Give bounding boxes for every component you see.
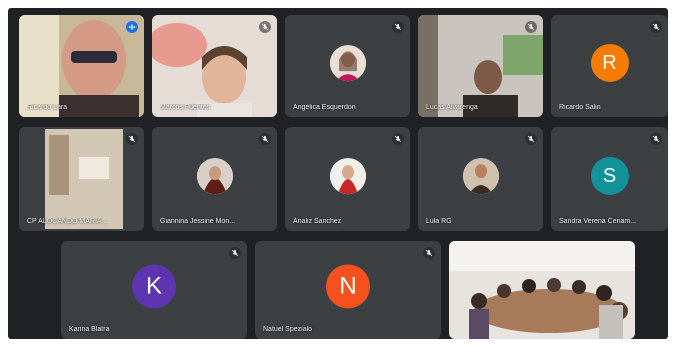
participant-name: Ricardo Salin [559,104,601,111]
participant-tile-8[interactable]: Analiz Sanchez [285,127,410,231]
participant-name: Ricardo Lara [27,104,68,111]
participant-video [19,15,144,117]
participant-tile-5[interactable]: R Ricardo Salin [551,15,668,117]
participant-avatar: N [326,264,370,309]
mic-off-icon [650,21,662,33]
participant-tile-11[interactable]: K Karina Blatra [61,241,247,339]
participant-avatar [196,158,233,195]
participant-tile-6[interactable]: CP ALOCANDO MARIA... [19,127,144,231]
mic-off-icon [423,247,435,259]
participant-tile-4[interactable]: Lucas Alvarenga [418,15,543,117]
mic-off-icon [229,247,241,259]
mic-off-icon [126,133,138,145]
participant-tile-2[interactable]: Marcos Fuentes [152,15,277,117]
mic-off-icon [259,133,271,145]
participant-tile-13[interactable] [449,241,635,339]
participant-tile-12[interactable]: N Natuel Spezialo [255,241,441,339]
participant-name: Lucas Alvarenga [426,104,478,111]
participant-name: Giannina Jessine Mon... [160,218,236,225]
participant-avatar: K [132,264,176,309]
participant-tile-10[interactable]: S Sandra Verena Cenam... [551,127,668,231]
participant-video [152,15,277,117]
mic-off-icon [392,21,404,33]
speaking-indicator-icon [126,21,138,33]
participant-name: Analiz Sanchez [293,218,342,225]
participant-avatar: S [590,156,629,195]
mic-off-icon [525,21,537,33]
participant-video [449,241,635,339]
mic-off-icon [392,133,404,145]
participant-name: Karina Blatra [69,326,110,333]
participant-video [418,15,543,117]
participant-name: Lula RG [426,218,452,225]
participant-avatar [329,158,366,195]
participant-avatar: R [590,43,629,82]
participant-name: Sandra Verena Cenam... [559,218,637,225]
participant-tile-3[interactable]: Angélica Esquerdon [285,15,410,117]
participant-avatar [462,158,499,195]
participant-name: Natuel Spezialo [263,326,313,333]
mic-off-icon [525,133,537,145]
participant-tile-9[interactable]: Lula RG [418,127,543,231]
participant-video [19,127,144,231]
mic-off-icon [650,133,662,145]
participant-name: Marcos Fuentes [160,104,211,111]
participant-tile-1[interactable]: Ricardo Lara [19,15,144,117]
meeting-grid: Ricardo Lara Marcos Fuentes Angélica Esq… [8,8,668,339]
participant-name: Angélica Esquerdon [293,104,356,111]
participant-name: CP ALOCANDO MARIA... [27,218,108,225]
participant-tile-7[interactable]: Giannina Jessine Mon... [152,127,277,231]
participant-avatar [329,45,366,82]
mic-off-icon [259,21,271,33]
